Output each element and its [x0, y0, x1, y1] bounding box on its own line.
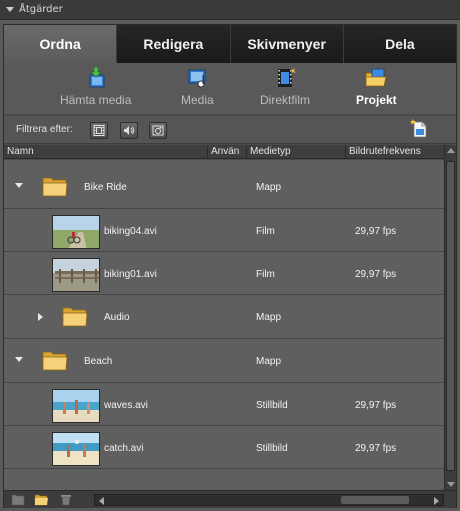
audio-filter-icon [124, 126, 135, 135]
media-button[interactable]: Media [181, 67, 214, 107]
vertical-scrollbar[interactable] [444, 145, 456, 490]
horizontal-scrollbar[interactable] [94, 494, 444, 506]
folder-icon[interactable] [34, 493, 48, 506]
project-button[interactable]: Projekt [356, 67, 397, 107]
main-frame: Ordna Redigera Skivmenyer Dela Hämta med… [3, 24, 457, 508]
video-filter-button[interactable] [90, 122, 108, 139]
video-filter-icon [93, 125, 105, 136]
tab-dela[interactable]: Dela [343, 25, 456, 63]
folder-icon [42, 351, 68, 371]
filter-bar: Filtrera efter: [4, 116, 456, 144]
item-type: Film [256, 226, 275, 237]
column-name[interactable]: Namn [4, 146, 34, 158]
column-mediatype[interactable]: Medietyp [246, 146, 291, 158]
item-type: Stillbild [256, 443, 288, 454]
list-item[interactable]: catch.avi Stillbild 29,97 fps [4, 427, 444, 469]
item-framerate: 29,97 fps [355, 226, 397, 237]
list-item[interactable]: biking01.avi Film 29,97 fps [4, 253, 444, 295]
item-name: Bike Ride [84, 182, 127, 193]
panel-title: Åtgärder [19, 4, 63, 15]
item-type: Mapp [256, 182, 282, 193]
expand-arrow-icon[interactable] [15, 357, 23, 362]
clip-thumbnail [52, 258, 100, 292]
item-type: Stillbild [256, 400, 288, 411]
item-type: Film [256, 269, 275, 280]
project-label: Projekt [356, 93, 397, 107]
clip-thumbnail [52, 389, 100, 423]
bottom-bar [4, 490, 456, 508]
scroll-down-icon[interactable] [447, 482, 455, 487]
horizontal-scroll-thumb[interactable] [341, 496, 409, 504]
scroll-right-icon[interactable] [434, 497, 439, 505]
item-name: catch.avi [104, 443, 144, 454]
get-media-label: Hämta media [60, 93, 132, 107]
project-icon [365, 67, 387, 89]
panel-header[interactable]: Åtgärder [0, 0, 460, 20]
scroll-up-icon[interactable] [447, 148, 455, 153]
new-folder-icon[interactable] [11, 493, 25, 506]
clip-thumbnail [52, 215, 100, 249]
list-item[interactable]: Bike Ride Mapp [4, 166, 444, 209]
media-icon [186, 67, 208, 89]
tab-ordna[interactable]: Ordna [4, 25, 118, 63]
folder-icon [62, 307, 88, 327]
item-name: biking01.avi [104, 269, 157, 280]
list-item[interactable]: waves.avi Stillbild 29,97 fps [4, 384, 444, 426]
item-type: Mapp [256, 356, 282, 367]
column-header: Namn Använ Medietyp Bildrutefrekvens [4, 145, 444, 159]
item-framerate: 29,97 fps [355, 443, 397, 454]
audio-filter-button[interactable] [120, 122, 138, 139]
trash-icon[interactable] [59, 493, 73, 506]
collapse-triangle-icon[interactable] [6, 7, 14, 12]
item-name: waves.avi [104, 400, 148, 411]
list-item[interactable]: Beach Mapp [4, 340, 444, 383]
expand-arrow-icon[interactable] [15, 183, 23, 188]
instant-movie-button[interactable]: Direktfilm [260, 67, 310, 107]
tab-skivmenyer[interactable]: Skivmenyer [230, 25, 344, 63]
item-framerate: 29,97 fps [355, 269, 397, 280]
folder-icon [42, 177, 68, 197]
tab-redigera[interactable]: Redigera [117, 25, 231, 63]
image-filter-icon [152, 125, 164, 136]
scroll-thumb[interactable] [446, 161, 455, 471]
project-list: Bike Ride Mapp biking04.avi Film 29,97 f… [4, 160, 444, 490]
instant-movie-icon [274, 67, 296, 89]
organize-toolbar: Hämta media Media Direktfilm Projekt [4, 63, 456, 115]
item-type: Mapp [256, 312, 282, 323]
item-name: biking04.avi [104, 226, 157, 237]
instant-movie-label: Direktfilm [260, 93, 310, 107]
media-label: Media [181, 93, 214, 107]
get-media-button[interactable]: Hämta media [60, 66, 132, 107]
filter-label: Filtrera efter: [16, 124, 73, 135]
column-framerate[interactable]: Bildrutefrekvens [345, 146, 421, 158]
clip-thumbnail [52, 432, 100, 466]
image-filter-button[interactable] [149, 122, 167, 139]
scroll-left-icon[interactable] [99, 497, 104, 505]
list-item[interactable]: biking04.avi Film 29,97 fps [4, 210, 444, 252]
list-item[interactable]: Audio Mapp [4, 296, 444, 339]
item-name: Beach [84, 356, 113, 367]
new-item-button[interactable] [410, 119, 430, 142]
item-framerate: 29,97 fps [355, 400, 397, 411]
expand-arrow-icon[interactable] [38, 313, 43, 321]
tab-bar: Ordna Redigera Skivmenyer Dela [4, 25, 456, 63]
new-item-icon [410, 119, 427, 138]
item-name: Audio [104, 312, 130, 323]
column-used[interactable]: Använ [207, 146, 239, 158]
get-media-icon [85, 66, 107, 89]
